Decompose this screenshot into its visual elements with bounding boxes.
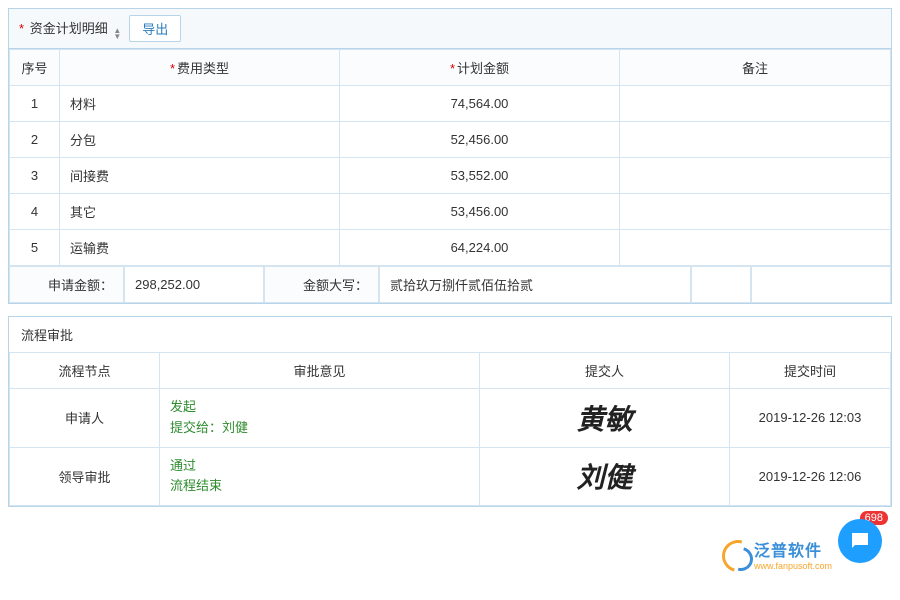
cell-opinion: 发起提交给：刘健 [160, 389, 480, 448]
apply-amount-value: 298,252.00 [124, 266, 264, 303]
col-node-header: 流程节点 [10, 353, 160, 389]
brand-text: 泛普软件 www.fanpusoft.com [754, 537, 832, 571]
cell-seq: 2 [10, 122, 60, 158]
cell-amount: 53,552.00 [340, 158, 620, 194]
table-header-row: 序号 *费用类型 *计划金额 备注 [10, 50, 891, 86]
brand-name-en: www.fanpusoft.com [754, 561, 832, 571]
detail-table: 序号 *费用类型 *计划金额 备注 1材料74,564.002分包52,456.… [9, 49, 891, 266]
summary-pad2 [751, 266, 891, 303]
approval-panel: 流程审批 流程节点 审批意见 提交人 提交时间 申请人发起提交给：刘健 黄敏 201… [8, 316, 892, 507]
brand-name-cn: 泛普软件 [754, 537, 832, 561]
cell-remark [620, 158, 891, 194]
detail-panel-header: * 资金计划明细 ▲▼ 导出 [9, 9, 891, 49]
table-row[interactable]: 3间接费53,552.00 [10, 158, 891, 194]
col-remark-header: 备注 [620, 50, 891, 86]
cell-submitter: 黄敏 [480, 389, 730, 448]
col-amount-header: *计划金额 [340, 50, 620, 86]
cell-amount: 74,564.00 [340, 86, 620, 122]
cell-seq: 5 [10, 230, 60, 266]
summary-pad1 [691, 266, 751, 303]
col-time-header: 提交时间 [730, 353, 891, 389]
sort-icon[interactable]: ▲▼ [113, 28, 121, 40]
table-row[interactable]: 1材料74,564.00 [10, 86, 891, 122]
cell-opinion: 通过流程结束 [160, 447, 480, 506]
cell-type: 运输费 [60, 230, 340, 266]
panel-title-wrap: * 资金计划明细 ▲▼ [19, 18, 121, 40]
brand-logo-icon [722, 540, 750, 568]
cell-remark [620, 122, 891, 158]
approval-table: 流程节点 审批意见 提交人 提交时间 申请人发起提交给：刘健 黄敏 2019-12-… [9, 352, 891, 506]
approval-header-row: 流程节点 审批意见 提交人 提交时间 [10, 353, 891, 389]
cell-type: 材料 [60, 86, 340, 122]
approval-panel-title: 流程审批 [9, 317, 891, 352]
summary-row: 申请金额： 298,252.00 金额大写： 贰拾玖万捌仟贰佰伍拾贰 [9, 266, 891, 303]
cell-remark [620, 86, 891, 122]
cell-type: 间接费 [60, 158, 340, 194]
signature-text: 黄敏 [576, 405, 632, 436]
amount-cn-value: 贰拾玖万捌仟贰佰伍拾贰 [379, 266, 691, 303]
cell-node: 申请人 [10, 389, 160, 448]
table-row[interactable]: 5运输费64,224.00 [10, 230, 891, 266]
cell-type: 分包 [60, 122, 340, 158]
col-opinion-header: 审批意见 [160, 353, 480, 389]
approval-row: 申请人发起提交给：刘健 黄敏 2019-12-26 12:03 [10, 389, 891, 448]
cell-remark [620, 194, 891, 230]
cell-time: 2019-12-26 12:06 [730, 447, 891, 506]
cell-amount: 53,456.00 [340, 194, 620, 230]
cell-amount: 64,224.00 [340, 230, 620, 266]
col-submitter-header: 提交人 [480, 353, 730, 389]
cell-seq: 4 [10, 194, 60, 230]
cell-node: 领导审批 [10, 447, 160, 506]
cell-submitter: 刘健 [480, 447, 730, 506]
brand-logo-area: 泛普软件 www.fanpusoft.com [722, 537, 832, 571]
export-button[interactable]: 导出 [129, 15, 181, 42]
panel-title: 资金计划明细 [30, 21, 108, 36]
table-row[interactable]: 4其它53,456.00 [10, 194, 891, 230]
col-seq-header: 序号 [10, 50, 60, 86]
cell-remark [620, 230, 891, 266]
chat-icon [848, 529, 872, 553]
required-star: * [19, 21, 24, 36]
col-type-header: *费用类型 [60, 50, 340, 86]
cell-type: 其它 [60, 194, 340, 230]
chat-button[interactable] [838, 519, 882, 563]
table-row[interactable]: 2分包52,456.00 [10, 122, 891, 158]
approval-row: 领导审批通过流程结束 刘健 2019-12-26 12:06 [10, 447, 891, 506]
apply-amount-label: 申请金额： [9, 266, 124, 303]
fund-plan-detail-panel: * 资金计划明细 ▲▼ 导出 序号 *费用类型 *计划金额 备注 1材料74,5… [8, 8, 892, 304]
footer-area: 698 泛普软件 www.fanpusoft.com [8, 519, 892, 589]
cell-seq: 3 [10, 158, 60, 194]
cell-amount: 52,456.00 [340, 122, 620, 158]
cell-time: 2019-12-26 12:03 [730, 389, 891, 448]
amount-cn-label: 金额大写： [264, 266, 379, 303]
signature-text: 刘健 [576, 463, 632, 494]
cell-seq: 1 [10, 86, 60, 122]
